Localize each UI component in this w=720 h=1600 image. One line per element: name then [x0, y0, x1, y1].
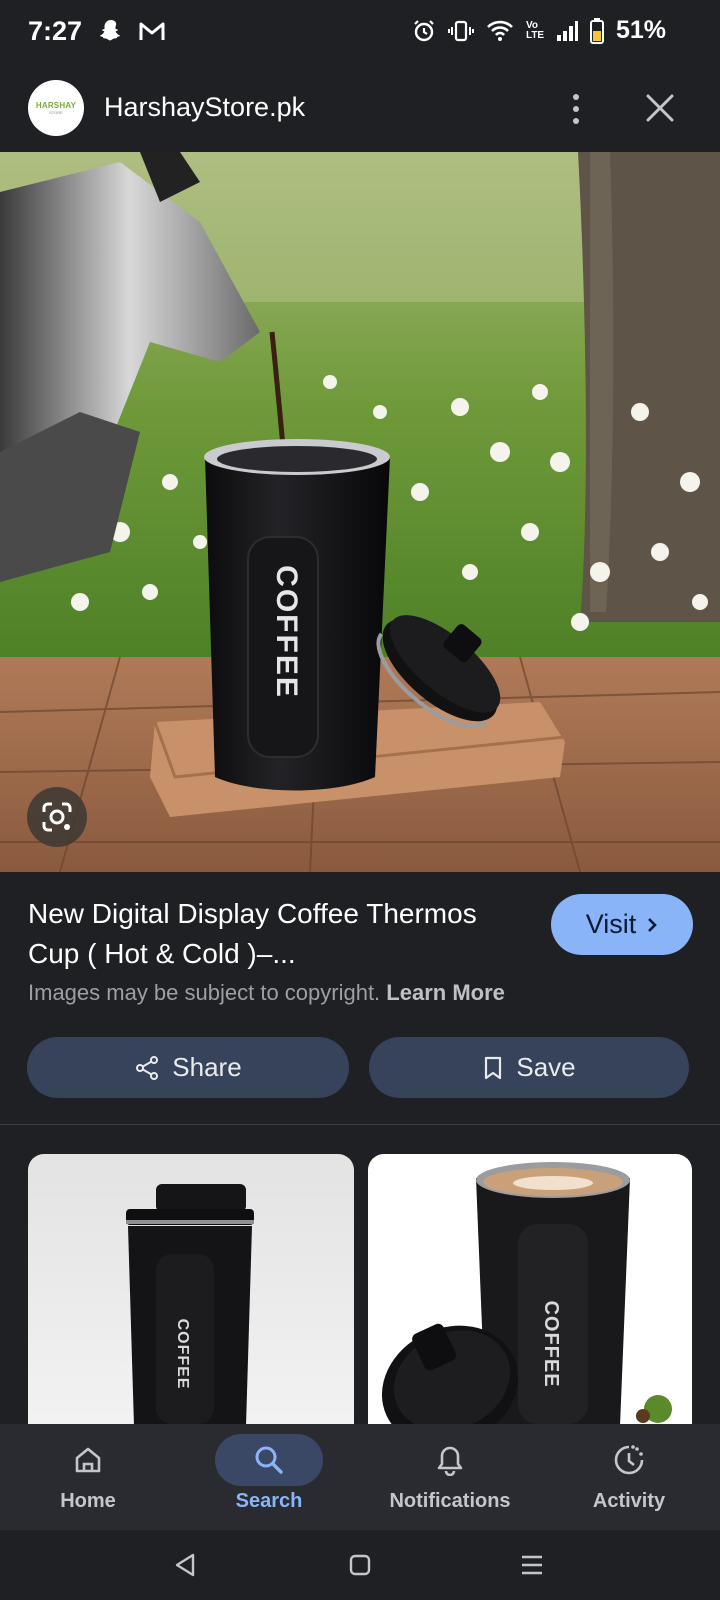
- related-photo: COFFEE: [368, 1154, 692, 1424]
- related-photo: COFFEE: [28, 1154, 354, 1424]
- visit-label: Visit: [585, 909, 637, 939]
- nav-home-label: Home: [60, 1490, 116, 1512]
- share-label: Share: [172, 1052, 242, 1082]
- nav-notifications-label: Notifications: [389, 1490, 511, 1512]
- bell-icon: [418, 1434, 482, 1486]
- vibrate-icon: [447, 20, 474, 41]
- close-icon[interactable]: [640, 88, 680, 128]
- nav-home[interactable]: Home: [13, 1424, 163, 1530]
- chevron-right-icon: [648, 917, 658, 932]
- status-bar: 7:27 Vo LTE 51%: [0, 0, 720, 66]
- product-title[interactable]: New Digital Display Coffee Thermos Cup (…: [28, 894, 528, 974]
- cup-logo-text: COFFEE: [174, 1319, 191, 1390]
- volte-indicator: Vo LTE: [525, 19, 545, 41]
- snapchat-icon: [100, 20, 120, 41]
- dot: [573, 94, 579, 100]
- logo-text: HARSHAY: [35, 101, 77, 110]
- cup-logo-text: COFFEE: [540, 1300, 562, 1387]
- logo-subtext: STORE: [49, 110, 63, 115]
- page-header: HARSHAY STORE HarshayStore.pk: [0, 66, 720, 152]
- copyright-text: Images may be subject to copyright.: [28, 980, 381, 1005]
- nav-search[interactable]: Search: [194, 1424, 344, 1530]
- system-navigation: [0, 1530, 720, 1600]
- nav-search-label: Search: [235, 1490, 303, 1512]
- cup-logo-text: COFFEE: [270, 565, 303, 699]
- section-divider: [0, 1124, 720, 1125]
- nav-notifications[interactable]: Notifications: [375, 1424, 525, 1530]
- related-image-2[interactable]: COFFEE: [368, 1154, 692, 1424]
- dot: [573, 106, 579, 112]
- recents-icon[interactable]: [515, 1548, 549, 1582]
- system-status-icons: Vo LTE 51%: [412, 16, 666, 45]
- copyright-notice: Images may be subject to copyright. Lear…: [28, 980, 505, 1006]
- share-button[interactable]: Share: [27, 1037, 349, 1098]
- home-button-icon[interactable]: [343, 1548, 377, 1582]
- signal-icon: [556, 20, 578, 41]
- wifi-icon: [487, 20, 513, 41]
- gmail-icon: [139, 22, 165, 40]
- lens-icon: [42, 802, 72, 832]
- search-icon: [215, 1434, 323, 1486]
- product-image[interactable]: COFFEE: [0, 152, 720, 872]
- save-button[interactable]: Save: [369, 1037, 689, 1098]
- product-photo: COFFEE: [0, 152, 720, 872]
- share-icon: [136, 1055, 159, 1080]
- site-name[interactable]: HarshayStore.pk: [104, 92, 305, 123]
- battery-percent: 51%: [615, 16, 666, 44]
- save-label: Save: [516, 1052, 576, 1082]
- visit-button[interactable]: Visit: [551, 894, 693, 955]
- status-time: 7:27: [28, 16, 83, 46]
- activity-icon: [597, 1434, 661, 1486]
- related-image-1[interactable]: COFFEE: [28, 1154, 354, 1424]
- lens-search-button[interactable]: [27, 787, 87, 847]
- bottom-navigation: Home Search Notifications Activity: [0, 1424, 720, 1530]
- bookmark-icon: [485, 1056, 502, 1079]
- site-logo[interactable]: HARSHAY STORE: [28, 80, 84, 136]
- learn-more-link[interactable]: Learn More: [386, 980, 505, 1005]
- alarm-icon: [414, 19, 434, 41]
- nav-activity[interactable]: Activity: [554, 1424, 704, 1530]
- dot: [573, 118, 579, 124]
- battery-icon: [589, 17, 604, 44]
- back-icon[interactable]: [168, 1548, 202, 1582]
- nav-activity-label: Activity: [592, 1490, 666, 1512]
- home-icon: [56, 1434, 120, 1486]
- notification-icons: [98, 18, 166, 44]
- more-options-button[interactable]: [556, 86, 596, 132]
